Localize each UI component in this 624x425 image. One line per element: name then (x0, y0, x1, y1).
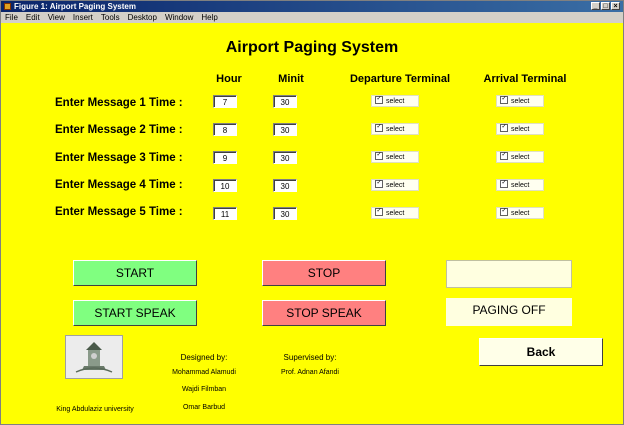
window-title: Figure 1: Airport Paging System (14, 2, 136, 11)
column-header-departure: Departure Terminal (349, 73, 451, 85)
message-5-departure-checkbox[interactable]: ✓ select (371, 207, 419, 219)
message-5-label: Enter Message 5 Time : (55, 206, 183, 218)
message-5-arrival-checkbox[interactable]: ✓ select (496, 207, 544, 219)
message-3-departure-checkbox[interactable]: ✓ select (371, 151, 419, 163)
checkbox-check-icon: ✓ (375, 208, 383, 217)
message-2-departure-checkbox[interactable]: ✓ select (371, 123, 419, 135)
message-1-label: Enter Message 1 Time : (55, 97, 183, 109)
start-button[interactable]: START (73, 260, 197, 286)
figure-canvas: Airport Paging System Hour Minit Departu… (1, 23, 623, 424)
menu-edit[interactable]: Edit (22, 12, 44, 23)
message-3-minit-input[interactable]: 30 (273, 151, 297, 164)
stop-speak-button[interactable]: STOP SPEAK (262, 300, 386, 326)
checkbox-check-icon: ✓ (375, 96, 383, 105)
status-display (446, 260, 572, 288)
message-1-arrival-label: select (511, 98, 530, 105)
page-title: Airport Paging System (225, 39, 399, 56)
university-name: King Abdulaziz university (56, 406, 134, 413)
message-1-arrival-checkbox[interactable]: ✓ select (496, 95, 544, 107)
start-speak-button[interactable]: START SPEAK (73, 300, 197, 326)
column-header-hour: Hour (216, 73, 242, 85)
message-3-arrival-checkbox[interactable]: ✓ select (496, 151, 544, 163)
column-header-minit: Minit (278, 73, 304, 85)
message-5-departure-label: select (386, 210, 405, 217)
message-1-departure-label: select (386, 98, 405, 105)
checkbox-check-icon: ✓ (500, 208, 508, 217)
designer-1: Mohammad Alamudi (172, 369, 236, 376)
designer-2: Wajdi Filmban (181, 386, 227, 393)
message-1-minit-input[interactable]: 30 (273, 95, 297, 108)
message-3-departure-label: select (386, 154, 405, 161)
message-4-minit-input[interactable]: 30 (273, 179, 297, 192)
message-2-hour-input[interactable]: 8 (213, 123, 237, 136)
menu-help[interactable]: Help (197, 12, 221, 23)
menu-desktop[interactable]: Desktop (124, 12, 161, 23)
menu-insert[interactable]: Insert (69, 12, 97, 23)
window-controls: _ □ × (591, 2, 620, 10)
maximize-button[interactable]: □ (601, 2, 610, 10)
supervised-by-label: Supervised by: (283, 353, 337, 362)
checkbox-check-icon: ✓ (500, 96, 508, 105)
message-2-arrival-label: select (511, 126, 530, 133)
column-header-arrival: Arrival Terminal (483, 73, 567, 85)
close-button[interactable]: × (611, 2, 620, 10)
university-emblem-icon (66, 336, 122, 378)
paging-status: PAGING OFF (446, 298, 572, 326)
message-2-label: Enter Message 2 Time : (55, 124, 183, 136)
message-4-arrival-checkbox[interactable]: ✓ select (496, 179, 544, 191)
university-logo (65, 335, 123, 379)
checkbox-check-icon: ✓ (500, 124, 508, 133)
message-5-minit-input[interactable]: 30 (273, 207, 297, 220)
menu-file[interactable]: File (1, 12, 22, 23)
message-4-departure-checkbox[interactable]: ✓ select (371, 179, 419, 191)
minimize-button[interactable]: _ (591, 2, 600, 10)
checkbox-check-icon: ✓ (375, 124, 383, 133)
back-button[interactable]: Back (479, 338, 603, 366)
menu-window[interactable]: Window (161, 12, 197, 23)
message-5-hour-input[interactable]: 11 (213, 207, 237, 220)
message-4-hour-input[interactable]: 10 (213, 179, 237, 192)
stop-button[interactable]: STOP (262, 260, 386, 286)
title-bar[interactable]: Figure 1: Airport Paging System _ □ × (1, 1, 623, 12)
checkbox-check-icon: ✓ (375, 152, 383, 161)
message-2-minit-input[interactable]: 30 (273, 123, 297, 136)
message-4-label: Enter Message 4 Time : (55, 179, 183, 191)
message-1-departure-checkbox[interactable]: ✓ select (371, 95, 419, 107)
designed-by-label: Designed by: (180, 353, 228, 362)
message-1-hour-input[interactable]: 7 (213, 95, 237, 108)
menu-view[interactable]: View (44, 12, 69, 23)
message-4-arrival-label: select (511, 182, 530, 189)
message-2-arrival-checkbox[interactable]: ✓ select (496, 123, 544, 135)
message-2-departure-label: select (386, 126, 405, 133)
menu-bar: File Edit View Insert Tools Desktop Wind… (1, 12, 623, 23)
checkbox-check-icon: ✓ (500, 180, 508, 189)
message-4-departure-label: select (386, 182, 405, 189)
message-3-arrival-label: select (511, 154, 530, 161)
checkbox-check-icon: ✓ (375, 180, 383, 189)
message-5-arrival-label: select (511, 210, 530, 217)
message-3-label: Enter Message 3 Time : (55, 152, 183, 164)
supervisor-name: Prof. Adnan Afandi (281, 369, 339, 376)
figure-window: Figure 1: Airport Paging System _ □ × Fi… (0, 0, 624, 425)
checkbox-check-icon: ✓ (500, 152, 508, 161)
matlab-figure-icon (4, 3, 11, 10)
designer-3: Omar Barbud (182, 404, 226, 411)
message-3-hour-input[interactable]: 9 (213, 151, 237, 164)
menu-tools[interactable]: Tools (97, 12, 124, 23)
